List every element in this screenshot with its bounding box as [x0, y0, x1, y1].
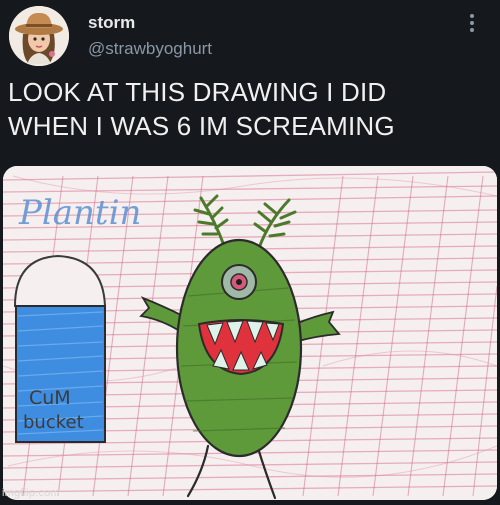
- tweet-header: storm @strawbyoghurt: [0, 0, 500, 70]
- imgflip-watermark: imgflip.com: [2, 487, 60, 499]
- more-vertical-icon[interactable]: [463, 12, 481, 34]
- tweet-media-image[interactable]: Plantin CuM bucket: [3, 166, 497, 500]
- avatar[interactable]: [9, 6, 69, 66]
- bucket-drawing: CuM bucket: [13, 254, 107, 443]
- bucket-label-line1: CuM: [29, 387, 71, 409]
- tweet-text: LOOK AT THIS DRAWING I DID WHEN I WAS 6 …: [8, 75, 492, 143]
- bucket-label-line2: bucket: [23, 412, 84, 433]
- avatar-cowgirl-illustration: [9, 6, 69, 66]
- drawing-title-text: Plantin: [18, 193, 141, 233]
- user-handle[interactable]: @strawbyoghurt: [88, 39, 212, 59]
- tweet-text-line: WHEN I WAS 6 IM SCREAMING: [8, 111, 395, 141]
- childs-crayon-drawing: Plantin CuM bucket: [3, 166, 497, 500]
- tweet-text-line: LOOK AT THIS DRAWING I DID: [8, 77, 387, 107]
- display-name[interactable]: storm: [88, 13, 135, 33]
